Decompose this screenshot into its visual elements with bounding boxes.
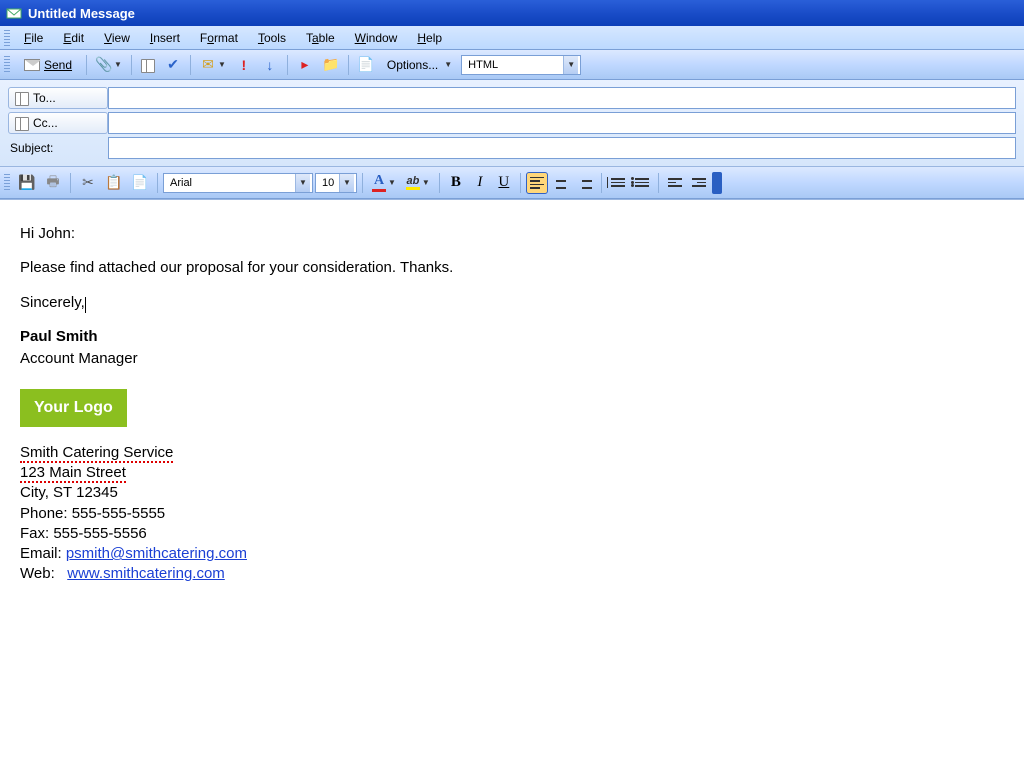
menubar-grip[interactable] — [4, 30, 10, 46]
menu-edit[interactable]: Edit — [53, 28, 94, 48]
importance-low-icon: ↓ — [262, 57, 278, 73]
menu-insert[interactable]: Insert — [140, 28, 190, 48]
folder-icon: 📁 — [323, 57, 339, 73]
to-input[interactable] — [108, 87, 1016, 109]
message-format-select[interactable]: HTML▼ — [461, 55, 581, 75]
save-button[interactable]: 💾 — [15, 172, 39, 194]
copy-icon: 📋 — [106, 175, 122, 191]
sig-street: 123 Main Street — [20, 464, 126, 483]
numbered-list-icon — [611, 178, 625, 187]
send-button[interactable]: Send — [15, 54, 81, 76]
outdent-icon — [668, 178, 682, 187]
cc-input[interactable] — [108, 112, 1016, 134]
folder-button[interactable]: 📁 — [319, 54, 343, 76]
text-cursor — [85, 297, 86, 313]
menu-help[interactable]: Help — [407, 28, 452, 48]
to-button[interactable]: To... — [8, 87, 108, 109]
font-size-select[interactable]: 10▼ — [315, 173, 357, 193]
envelope-icon — [24, 59, 40, 71]
print-button[interactable]: 🖶 — [41, 172, 65, 194]
options-icon: 📄 — [358, 57, 374, 73]
sig-email-link[interactable]: psmith@smithcatering.com — [66, 545, 247, 562]
flag-button[interactable]: ▸ — [293, 54, 317, 76]
paste-button[interactable]: 📄 — [128, 172, 152, 194]
title-bar: Untitled Message — [0, 0, 1024, 26]
menu-window[interactable]: Window — [345, 28, 408, 48]
check-names-button[interactable]: ✔ — [161, 54, 185, 76]
menu-table[interactable]: Table — [296, 28, 345, 48]
body-greeting: Hi John: — [20, 224, 1004, 244]
toolbar-grip[interactable] — [4, 56, 10, 74]
highlighter-icon: ab — [407, 175, 420, 187]
signature-title: Account Manager — [20, 349, 1004, 369]
cc-button[interactable]: Cc... — [8, 112, 108, 134]
increase-indent-button[interactable] — [688, 172, 710, 194]
bold-button[interactable]: B — [445, 172, 467, 194]
numbered-list-button[interactable] — [607, 172, 629, 194]
italic-button[interactable]: I — [469, 172, 491, 194]
importance-low-button[interactable]: ↓ — [258, 54, 282, 76]
align-right-button[interactable] — [574, 172, 596, 194]
checkmark-person-icon: ✔ — [165, 57, 181, 73]
paperclip-icon: 📎 — [96, 57, 112, 73]
align-left-icon — [530, 177, 544, 189]
print-icon: 🖶 — [45, 175, 61, 191]
menu-bar: File Edit View Insert Format Tools Table… — [0, 26, 1024, 50]
permission-button[interactable]: ✉▼ — [196, 54, 230, 76]
subject-input[interactable] — [108, 137, 1016, 159]
bullet-list-button[interactable] — [631, 172, 653, 194]
menu-view[interactable]: View — [94, 28, 140, 48]
toolbar-grip[interactable] — [4, 174, 10, 192]
signature-block: Smith Catering Service 123 Main Street C… — [20, 443, 1004, 585]
font-color-button[interactable]: A▼ — [368, 172, 400, 194]
logo-placeholder: Your Logo — [20, 389, 127, 427]
options-icon-button[interactable]: 📄 — [354, 54, 378, 76]
align-center-button[interactable] — [550, 172, 572, 194]
cut-icon: ✂ — [80, 175, 96, 191]
body-closing: Sincerely, — [20, 293, 1004, 313]
app-icon — [6, 5, 22, 21]
bullet-list-icon — [635, 178, 649, 187]
sig-fax: 555-555-5556 — [53, 525, 146, 542]
decrease-indent-button[interactable] — [664, 172, 686, 194]
book-icon — [141, 59, 155, 71]
importance-high-icon: ! — [236, 57, 252, 73]
options-button[interactable]: Options...▼ — [380, 54, 459, 76]
permission-icon: ✉ — [200, 57, 216, 73]
book-icon — [15, 92, 29, 104]
window-title: Untitled Message — [28, 6, 135, 21]
subject-label: Subject: — [8, 137, 108, 159]
sig-phone: 555-555-5555 — [72, 505, 165, 522]
align-left-button[interactable] — [526, 172, 548, 194]
highlight-button[interactable]: ab▼ — [402, 172, 434, 194]
menu-tools[interactable]: Tools — [248, 28, 296, 48]
address-book-button[interactable] — [137, 54, 159, 76]
body-line1: Please find attached our proposal for yo… — [20, 258, 1004, 278]
envelope-header: To... Cc... Subject: — [0, 80, 1024, 167]
standard-toolbar: Send 📎▼ ✔ ✉▼ ! ↓ ▸ 📁 📄 Options...▼ HTML▼ — [0, 50, 1024, 80]
indent-icon — [692, 178, 706, 187]
formatting-toolbar: 💾 🖶 ✂ 📋 📄 Arial▼ 10▼ A▼ ab▼ B I U — [0, 167, 1024, 199]
cut-button[interactable]: ✂ — [76, 172, 100, 194]
sig-web-link[interactable]: www.smithcatering.com — [67, 565, 225, 582]
flag-icon: ▸ — [297, 57, 313, 73]
sig-citystate: City, ST 12345 — [20, 483, 1004, 503]
font-select[interactable]: Arial▼ — [163, 173, 313, 193]
sig-company: Smith Catering Service — [20, 444, 173, 463]
save-icon: 💾 — [19, 175, 35, 191]
underline-button[interactable]: U — [493, 172, 515, 194]
book-icon — [15, 117, 29, 129]
signature-name: Paul Smith — [20, 328, 98, 345]
paste-icon: 📄 — [132, 175, 148, 191]
copy-button[interactable]: 📋 — [102, 172, 126, 194]
align-right-icon — [578, 177, 592, 189]
toolbar-overflow-button[interactable] — [712, 172, 722, 194]
align-center-icon — [554, 177, 568, 189]
menu-file[interactable]: File — [14, 28, 53, 48]
message-body-editor[interactable]: Hi John: Please find attached our propos… — [0, 199, 1024, 761]
letter-a-icon: A — [374, 173, 384, 189]
menu-format[interactable]: Format — [190, 28, 248, 48]
importance-high-button[interactable]: ! — [232, 54, 256, 76]
attach-button[interactable]: 📎▼ — [92, 54, 126, 76]
